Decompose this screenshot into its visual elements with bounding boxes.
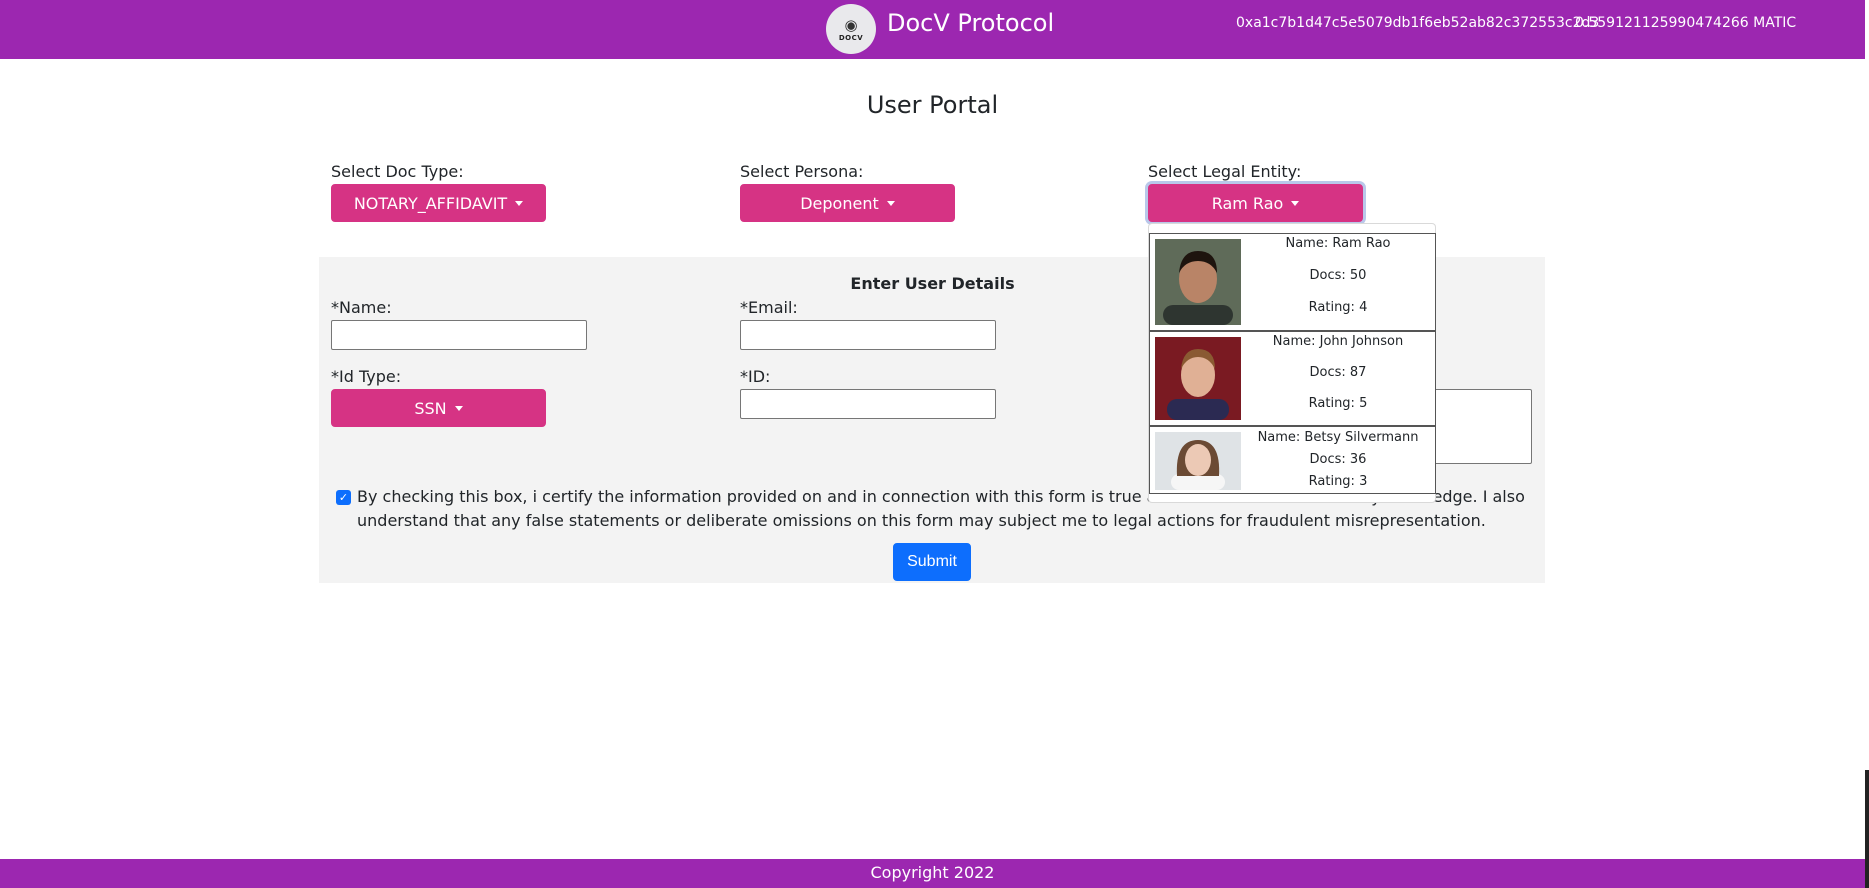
top-navbar: ◉ DOCV DocV Protocol 0xa1c7b1d47c5e5079d… (0, 0, 1865, 59)
docv-logo[interactable]: ◉ DOCV (826, 4, 876, 54)
entity-docs: Docs: 36 (1309, 452, 1367, 467)
entity-docs: Docs: 87 (1309, 365, 1367, 380)
id-type-label: *Id Type: (331, 367, 402, 386)
entity-docs: Docs: 50 (1309, 268, 1367, 283)
id-type-value: SSN (414, 398, 447, 418)
doc-type-value: NOTARY_AFFIDAVIT (353, 193, 508, 213)
wallet-address: 0xa1c7b1d47c5e5079db1f6eb52ab82c372553c2… (1236, 15, 1600, 31)
email-label: *Email: (740, 298, 798, 317)
caret-down-icon (454, 405, 463, 411)
logo-text: DOCV (838, 33, 864, 42)
robot-icon: ◉ (844, 15, 858, 34)
id-type-dropdown[interactable]: SSN (331, 389, 546, 427)
persona-dropdown[interactable]: Deponent (740, 184, 955, 222)
avatar (1155, 337, 1241, 420)
doc-type-label: Select Doc Type: (331, 162, 464, 181)
caret-down-icon (515, 200, 524, 206)
caret-down-icon (1291, 200, 1300, 206)
wallet-balance: 0.559121125990474266 MATIC (1575, 15, 1797, 31)
caret-down-icon (886, 200, 895, 206)
id-label: *ID: (740, 367, 771, 386)
entity-rating: Rating: 4 (1308, 300, 1368, 315)
entity-option-john-johnson[interactable]: Name: John Johnson Docs: 87 Rating: 5 (1149, 331, 1436, 426)
legal-entity-dropdown[interactable]: Ram Rao (1148, 184, 1363, 222)
entity-option-betsy-silvermann[interactable]: Name: Betsy Silvermann Docs: 36 Rating: … (1149, 426, 1436, 494)
entity-option-ram-rao[interactable]: Name: Ram Rao Docs: 50 Rating: 4 (1149, 233, 1436, 331)
email-input[interactable] (740, 320, 996, 350)
entity-name: Name: Betsy Silvermann (1257, 430, 1419, 445)
consent-checkbox[interactable]: ✓ (336, 490, 351, 505)
section-title: Enter User Details (850, 274, 1015, 293)
entity-name: Name: John Johnson (1272, 334, 1404, 349)
page-title: User Portal (866, 91, 999, 119)
name-label: *Name: (331, 298, 392, 317)
legal-entity-value: Ram Rao (1211, 193, 1284, 213)
avatar (1155, 239, 1241, 325)
legal-entity-label: Select Legal Entity: (1148, 162, 1302, 181)
doc-type-dropdown[interactable]: NOTARY_AFFIDAVIT (331, 184, 546, 222)
footer: Copyright 2022 (0, 859, 1865, 888)
id-input[interactable] (740, 389, 996, 419)
photo-shirt (1171, 474, 1225, 490)
brand-title[interactable]: DocV Protocol (887, 9, 1054, 37)
persona-value: Deponent (800, 193, 879, 213)
entity-rating: Rating: 3 (1308, 474, 1368, 489)
entity-name: Name: Ram Rao (1285, 236, 1391, 251)
check-icon: ✓ (338, 491, 349, 504)
submit-button[interactable]: Submit (893, 543, 971, 581)
persona-label: Select Persona: (740, 162, 864, 181)
entity-rating: Rating: 5 (1308, 396, 1368, 411)
avatar (1155, 432, 1241, 490)
photo-shirt (1167, 399, 1229, 420)
photo-face (1185, 444, 1211, 476)
photo-shirt (1163, 305, 1233, 325)
scrollbar-thumb[interactable] (1865, 770, 1869, 888)
name-input[interactable] (331, 320, 587, 350)
